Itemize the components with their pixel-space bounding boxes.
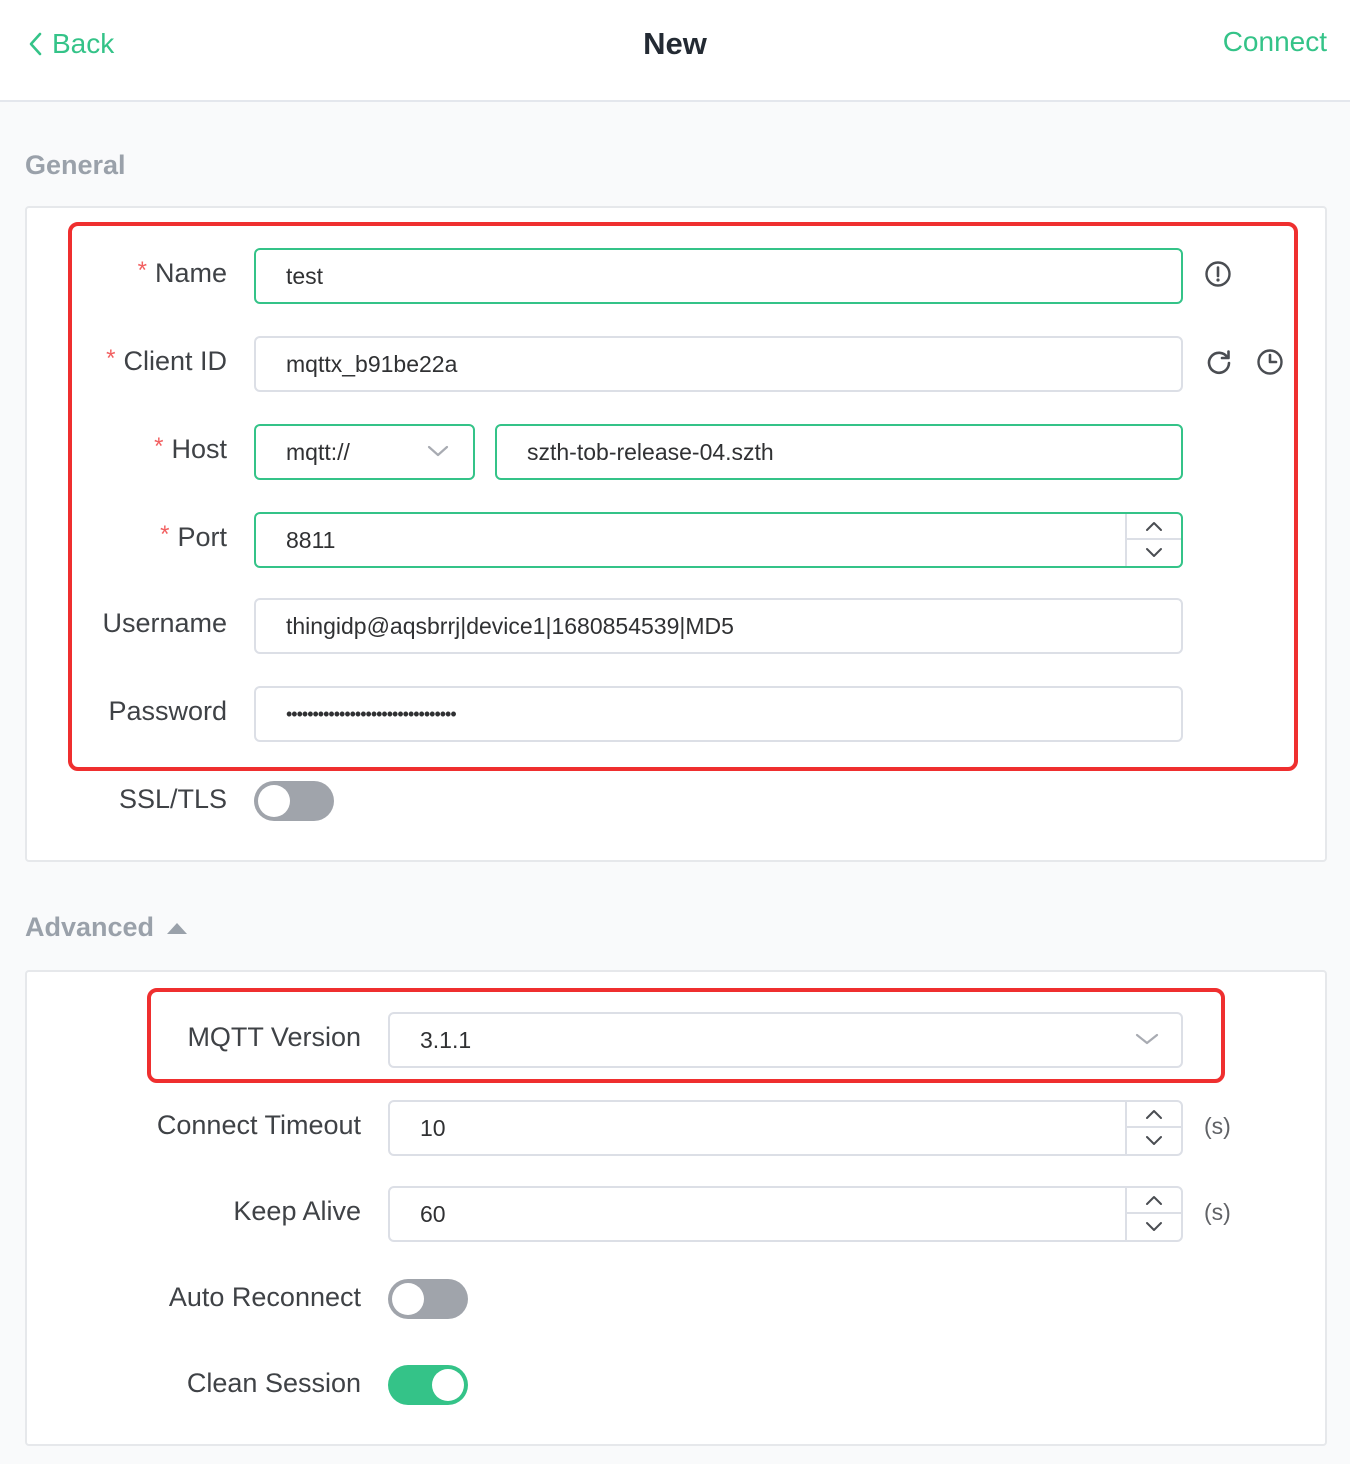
host-input[interactable]: szth-tob-release-04.szth (495, 424, 1183, 480)
port-decrease-button[interactable] (1127, 540, 1181, 566)
chevron-down-icon (427, 445, 449, 457)
port-input[interactable]: 8811 (254, 512, 1183, 568)
chevron-down-icon (1146, 1136, 1162, 1145)
toggle-knob (258, 785, 290, 817)
general-section-title: General (25, 150, 126, 180)
toggle-knob (392, 1283, 424, 1315)
keep-alive-stepper (1125, 1188, 1181, 1240)
name-input[interactable]: test (254, 248, 1183, 304)
name-label: * Name (137, 257, 227, 288)
caret-up-icon (167, 922, 188, 934)
top-bar: Back New Connect (0, 0, 1350, 102)
client-id-input[interactable]: mqttx_b91be22a (254, 336, 1183, 392)
connect-timeout-increase-button[interactable] (1127, 1102, 1181, 1128)
advanced-card: MQTT Version 3.1.1 Connect Timeout 10 (s… (25, 970, 1327, 1446)
auto-reconnect-toggle[interactable] (388, 1279, 468, 1319)
keep-alive-label: Keep Alive (233, 1196, 361, 1226)
port-label: * Port (160, 521, 227, 552)
connect-timeout-unit: (s) (1204, 1113, 1231, 1139)
connect-timeout-input[interactable]: 10 (388, 1100, 1183, 1156)
keep-alive-input[interactable]: 60 (388, 1186, 1183, 1242)
keep-alive-decrease-button[interactable] (1127, 1214, 1181, 1240)
page-title: New (643, 26, 707, 61)
clock-icon[interactable] (1256, 348, 1284, 376)
required-mark: * (160, 521, 170, 548)
username-input[interactable]: thingidp@aqsbrrj|device1|1680854539|MD5 (254, 598, 1183, 654)
ssl-tls-label: SSL/TLS (118, 784, 227, 814)
chevron-down-icon (1146, 1222, 1162, 1231)
refresh-icon[interactable] (1205, 348, 1233, 376)
connect-timeout-stepper (1125, 1102, 1181, 1154)
connect-button[interactable]: Connect (1223, 26, 1327, 58)
chevron-up-icon (1146, 1196, 1162, 1205)
required-mark: * (154, 433, 164, 460)
chevron-up-icon (1146, 1110, 1162, 1119)
password-input[interactable]: •••••••••••••••••••••••••••••••• (254, 686, 1183, 742)
password-label: Password (108, 696, 227, 726)
client-id-label: * Client ID (106, 345, 227, 376)
auto-reconnect-label: Auto Reconnect (168, 1282, 361, 1312)
required-mark: * (106, 345, 116, 372)
protocol-select[interactable]: mqtt:// (254, 424, 475, 480)
username-label: Username (102, 608, 227, 638)
port-increase-button[interactable] (1127, 514, 1181, 540)
advanced-section-toggle[interactable]: Advanced (25, 912, 188, 943)
host-label: * Host (154, 433, 227, 464)
keep-alive-unit: (s) (1204, 1199, 1231, 1225)
chevron-down-icon (1146, 548, 1162, 557)
mqtt-version-label: MQTT Version (187, 1022, 361, 1052)
keep-alive-increase-button[interactable] (1127, 1188, 1181, 1214)
port-stepper (1125, 514, 1181, 566)
clean-session-label: Clean Session (186, 1368, 361, 1398)
info-icon[interactable] (1204, 260, 1232, 288)
connect-timeout-decrease-button[interactable] (1127, 1128, 1181, 1154)
general-card: * Name test * Client ID mqttx_b91be22a * Ho… (25, 206, 1327, 862)
required-mark: * (137, 257, 147, 284)
clean-session-toggle[interactable] (388, 1365, 468, 1405)
advanced-section-title: Advanced (25, 912, 155, 942)
toggle-knob (432, 1369, 464, 1401)
connect-timeout-label: Connect Timeout (156, 1110, 361, 1140)
chevron-up-icon (1146, 522, 1162, 531)
chevron-down-icon (1135, 1033, 1159, 1045)
mqtt-version-select[interactable]: 3.1.1 (388, 1012, 1183, 1068)
ssl-tls-toggle[interactable] (254, 781, 334, 821)
